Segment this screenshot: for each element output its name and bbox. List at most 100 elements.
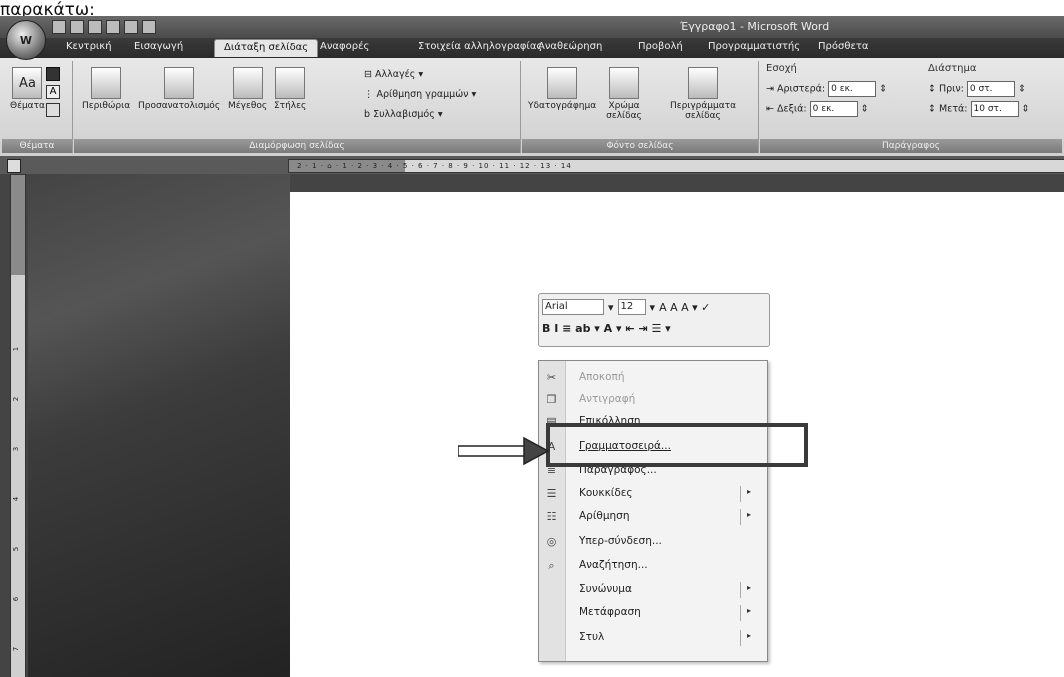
indent-header: Εσοχή (766, 63, 797, 74)
menu-item[interactable]: Μετάφραση ▸ (539, 602, 765, 624)
orientation-icon (164, 67, 195, 99)
font-size-field[interactable]: 12 (617, 299, 646, 315)
margins-icon (91, 67, 122, 99)
line-numbers-button[interactable]: ⋮ Αρίθμηση γραμμών ▾ (364, 89, 476, 100)
page-borders-button[interactable]: Περιγράμματα σελίδας (662, 67, 744, 121)
quick-access-toolbar[interactable] (52, 20, 156, 34)
undo-icon[interactable] (70, 20, 84, 34)
spelling-icon[interactable] (142, 20, 156, 34)
menu-item[interactable]: ◎ Υπερ-σύνδεση... (539, 531, 765, 553)
font-name-dropdown-icon[interactable]: ▾ (608, 301, 614, 314)
watermark-icon (547, 67, 578, 99)
window-title: Έγγραφο1 - Microsoft Word (680, 20, 830, 33)
theme-effects-icon[interactable] (46, 103, 60, 117)
menu-item-label: Αποκοπή (579, 371, 625, 383)
menu-item[interactable]: ☰ Κουκκίδες ▸ (539, 483, 765, 505)
breaks-button[interactable]: ⊟ Αλλαγές ▾ (364, 69, 423, 80)
preview-icon[interactable] (124, 20, 138, 34)
cut-icon: ✂ (546, 371, 557, 384)
columns-button[interactable]: Στήλες (274, 67, 306, 111)
tab-1[interactable]: Κεντρική (66, 41, 112, 52)
size-icon (232, 67, 263, 99)
spacing-before-row: ↕ Πριν: 0 στ. ⇕ (928, 81, 1026, 97)
spacing-after-input[interactable]: 10 στ. (970, 101, 1019, 117)
theme-fonts-icon[interactable]: A (46, 85, 60, 99)
watermark-label: Υδατογράφημα (528, 101, 597, 111)
print-icon[interactable] (106, 20, 120, 34)
redo-icon[interactable] (88, 20, 102, 34)
paragraph-group-label: Παράγραφος (760, 139, 1062, 153)
menu-item[interactable]: ☷ Αρίθμηση ▸ (539, 506, 765, 528)
menu-item[interactable]: Συνώνυμα ▸ (539, 579, 765, 601)
submenu-separator (740, 582, 741, 598)
hyperlink-icon: ◎ (546, 535, 557, 548)
margins-label: Περιθώρια (82, 101, 131, 111)
menu-item-label: Μετάφραση (579, 606, 641, 618)
submenu-separator (740, 630, 741, 646)
menu-item-label: Υπερ-σύνδεση... (579, 535, 662, 547)
mini-toolbar-row-1: Arial ▾ 12 ▾ A A A ▾ ✓ (542, 299, 710, 315)
lookup-icon: ⌕ (548, 559, 555, 572)
page-color-button[interactable]: Χρώμα σελίδας (598, 67, 650, 121)
word-window: Έγγραφο1 - Microsoft Word W Κεντρική Εισα… (0, 16, 1064, 677)
submenu-separator (740, 509, 741, 525)
office-button[interactable]: W (6, 20, 46, 60)
indent-right-input[interactable]: 0 εκ. (809, 101, 858, 117)
save-icon[interactable] (52, 20, 66, 34)
font-size-dropdown-icon[interactable]: ▾ (650, 301, 656, 314)
columns-label: Στήλες (274, 101, 307, 111)
pointer-arrow-icon (458, 436, 550, 466)
paragraph-group: Εσοχή ⇥ Αριστερά: 0 εκ. ⇕ ⇤ Δεξιά: 0 εκ.… (760, 61, 1062, 153)
tab-4[interactable]: Αναφορές (320, 41, 369, 52)
vertical-ruler[interactable]: 1 2 3 4 5 6 7 (10, 174, 26, 677)
format-tools-row-2[interactable]: B I ≡ ab ▾ A ▾ ⇤ ⇥ ☰ ▾ (542, 322, 671, 335)
tab-7[interactable]: Προβολή (638, 41, 683, 52)
themes-button[interactable]: Aa Θέματα (10, 67, 45, 111)
watermark-button[interactable]: Υδατογράφημα (528, 67, 596, 111)
vertical-ruler-tick: 2 (12, 396, 21, 402)
margins-button[interactable]: Περιθώρια (82, 67, 130, 111)
orientation-button[interactable]: Προσανατολισμός (138, 67, 220, 111)
spacing-after-row: ↕ Μετά: 10 στ. ⇕ (928, 101, 1030, 117)
title-bar: Έγγραφο1 - Microsoft Word (0, 16, 1064, 38)
menu-item-label: Αναζήτηση... (579, 559, 648, 571)
menu-item[interactable]: ⌕ Αναζήτηση... (539, 555, 765, 577)
spacing-before-input[interactable]: 0 στ. (966, 81, 1015, 97)
numbering-icon: ☷ (546, 510, 557, 523)
themes-icon: Aa (12, 67, 43, 99)
tab-6[interactable]: Αναθεώρηση (538, 41, 602, 52)
menu-item[interactable]: ❐ Αντιγραφή (539, 389, 765, 411)
indent-right-label: Δεξιά: (776, 103, 807, 115)
context-menu: ✂ Αποκοπή ❐ Αντιγραφή ▤ Επικόλληση A Γραμματοσε… (538, 360, 768, 662)
page-color-label: Χρώμα σελίδας (606, 101, 642, 121)
menu-item[interactable]: Στυλ ▸ (539, 627, 765, 649)
hyphenation-button[interactable]: b Συλλαβισμός ▾ (364, 109, 443, 120)
submenu-separator (740, 605, 741, 621)
tab-2[interactable]: Εισαγωγή (134, 41, 183, 52)
submenu-separator (740, 486, 741, 502)
size-button[interactable]: Μέγεθος (228, 67, 267, 111)
columns-icon (275, 67, 306, 99)
tab-3[interactable]: Διάταξη σελίδας (214, 39, 319, 57)
document-background (28, 174, 290, 677)
tab-9[interactable]: Πρόσθετα (818, 41, 868, 52)
font-tools-row-1[interactable]: A A A ▾ ✓ (659, 301, 710, 314)
menu-item-label: Αντιγραφή (579, 393, 636, 405)
theme-colors-icon[interactable] (46, 67, 60, 81)
themes-group: Aa Θέματα A Θέματα (2, 61, 73, 153)
tab-selector[interactable] (7, 159, 21, 173)
font-name-field[interactable]: Arial (542, 299, 604, 315)
vertical-ruler-tick: 6 (12, 596, 21, 602)
menu-item-label: Στυλ (579, 631, 605, 643)
indent-left-input[interactable]: 0 εκ. (828, 81, 877, 97)
mini-toolbar-row-2: B I ≡ ab ▾ A ▾ ⇤ ⇥ ☰ ▾ (542, 322, 671, 335)
page-background-group: Υδατογράφημα Χρώμα σελίδας Περιγράμματα … (522, 61, 759, 153)
tab-5[interactable]: Στοιχεία αλληλογραφίας (418, 41, 542, 52)
menu-item[interactable]: ✂ Αποκοπή (539, 367, 765, 389)
horizontal-ruler[interactable]: 2 · 1 · ⌂ · 1 · 2 · 3 · 4 · 5 · 6 · 7 · … (288, 159, 1064, 173)
ruler-row: 2 · 1 · ⌂ · 1 · 2 · 3 · 4 · 5 · 6 · 7 · … (0, 156, 1064, 174)
tab-8[interactable]: Προγραμματιστής (708, 41, 800, 52)
submenu-arrow-icon: ▸ (746, 510, 751, 519)
highlight-frame (546, 423, 808, 467)
page-background-group-label: Φόντο σελίδας (522, 139, 758, 153)
